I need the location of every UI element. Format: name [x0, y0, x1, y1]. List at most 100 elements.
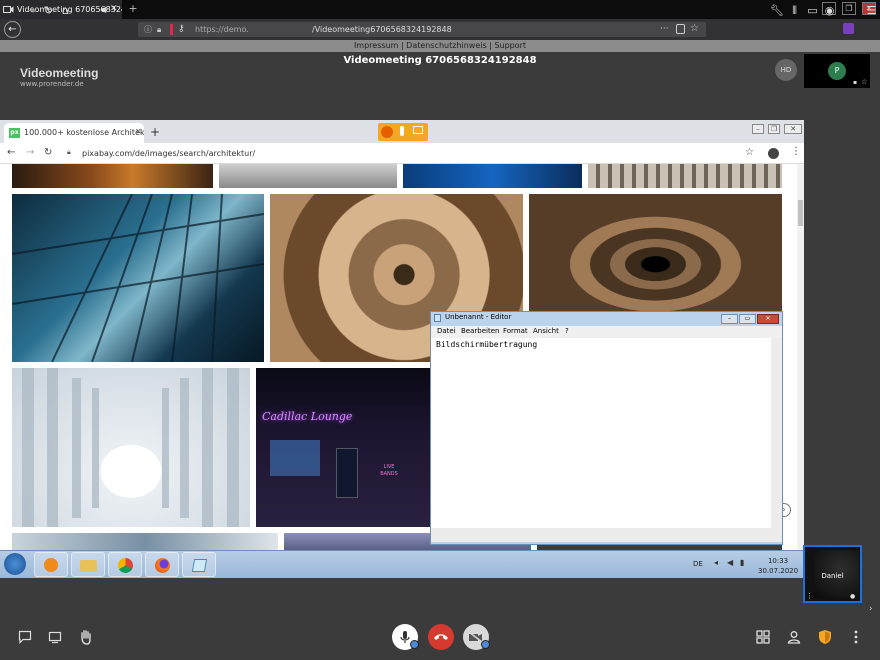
shared-omnibox-url: pixabay.com/de/images/search/architektur… — [82, 149, 256, 158]
tile-menu-icon[interactable]: ⋮ — [806, 592, 813, 600]
notepad-menu-item: ? — [565, 327, 569, 335]
shared-scroll-thumb — [798, 200, 803, 226]
explorer-taskbar-icon — [71, 552, 105, 577]
image-cadillac-lounge: Cadillac Lounge LIVE BANDS — [256, 368, 430, 527]
participant-name: Daniel — [821, 572, 844, 580]
image-tile — [403, 164, 582, 188]
tray-network-icon: ▮ — [740, 558, 745, 567]
tray-language: DE — [693, 560, 703, 568]
speaker-icon[interactable]: ◀ — [100, 5, 109, 14]
logo: Videomeeting www.prorender.de — [20, 66, 98, 88]
home-icon[interactable]: ⌂ — [59, 4, 72, 17]
image-skyscraper — [12, 194, 264, 362]
firefox-logo-icon — [381, 126, 393, 138]
firefox-icon — [155, 558, 170, 573]
shared-minimize-icon: – — [752, 124, 764, 134]
notepad-title: Unbenannt - Editor — [445, 313, 512, 321]
shared-profile-icon — [768, 148, 779, 159]
shared-back-icon: ← — [7, 147, 16, 158]
back-arrow-icon[interactable]: ← — [4, 21, 21, 38]
camera-settings-icon[interactable] — [481, 640, 490, 649]
shared-tab-close-icon: ✕ — [135, 127, 142, 136]
mic-permission-icon[interactable] — [170, 24, 173, 35]
page-actions-icon[interactable]: ··· — [660, 22, 669, 36]
tray-arrow-icon: ◂ — [714, 558, 719, 567]
filmstrip-arrow-icon[interactable]: › — [869, 604, 873, 614]
video-off-icon: ▪ — [853, 79, 858, 86]
tile-view-icon[interactable] — [750, 624, 776, 650]
shared-newtab-icon: + — [150, 125, 161, 139]
url-path: /Videomeeting6706568324192848 — [312, 25, 452, 34]
notepad-menu-item: Datei — [437, 327, 456, 335]
notepad-minimize-icon: – — [721, 314, 738, 324]
imprint-links[interactable]: Impressum | Datenschutzhinweis | Support — [0, 40, 880, 52]
folder-icon — [80, 560, 97, 572]
windows-start-icon — [4, 553, 26, 575]
self-avatar: P — [828, 62, 846, 80]
media-player-taskbar-icon — [34, 552, 68, 577]
extension-icon[interactable] — [843, 23, 854, 34]
more-options-icon[interactable] — [843, 624, 869, 650]
hangup-button[interactable] — [428, 624, 454, 650]
security-shield-icon[interactable] — [812, 624, 838, 650]
tab-close-icon[interactable]: ✕ — [110, 4, 118, 14]
neon-sign-text: Cadillac Lounge — [262, 410, 353, 423]
notepad-menu-item: Format — [503, 327, 528, 335]
notepad-close-icon: ✕ — [757, 314, 779, 324]
reload-icon[interactable]: ↻ — [42, 4, 55, 17]
pocket-icon[interactable] — [676, 24, 685, 34]
info-icon[interactable]: ⓘ — [144, 25, 152, 34]
screenshare-indicator — [378, 123, 428, 141]
tray-date: 30.07.2020 — [758, 567, 799, 575]
shop-door — [336, 448, 358, 498]
tray-clock: 10:33 30.07.2020 — [758, 556, 798, 576]
participant-avatar[interactable]: HD — [775, 59, 797, 81]
logo-subtitle: www.prorender.de — [20, 80, 84, 88]
image-tile — [588, 164, 782, 188]
menu-icon[interactable]: ☰ — [865, 4, 878, 17]
wrench-icon[interactable]: 🔧︎ — [770, 4, 784, 17]
live-bands-sign: LIVE BANDS — [380, 464, 398, 477]
notepad-app-icon — [434, 314, 441, 322]
sidebar-icon[interactable]: ▭ — [806, 4, 819, 17]
library-icon[interactable]: ⫴ — [788, 4, 801, 17]
new-tab-button[interactable]: + — [126, 2, 140, 16]
shared-restore-icon: ❐ — [768, 124, 780, 134]
notepad-menu-item: Bearbeiten — [461, 327, 500, 335]
restore-icon[interactable]: ❐ — [842, 2, 856, 15]
shared-lock-icon: 🔒︎ — [67, 148, 71, 156]
bookmark-star-icon[interactable]: ☆ — [690, 22, 699, 36]
forward-arrow-icon[interactable]: → — [25, 4, 38, 17]
logo-title: Videomeeting — [20, 66, 99, 80]
firefox-taskbar-icon — [145, 552, 179, 577]
account-icon[interactable]: ◉ — [823, 4, 836, 17]
notepad-maximize-icon: ▭ — [739, 314, 756, 324]
microphone-icon — [400, 126, 404, 136]
image-white-columns — [12, 368, 250, 527]
raise-hand-icon[interactable] — [73, 624, 99, 650]
shared-reload-icon: ↻ — [44, 147, 53, 158]
shared-close-icon: ✕ — [784, 124, 802, 134]
image-tile — [12, 533, 278, 550]
shared-tab-title: 100.000+ kostenlose Architektur — [24, 128, 144, 137]
notepad-vertical-scrollbar — [771, 338, 782, 528]
shared-chrome-tab: 100.000+ kostenlose Architektur — [4, 123, 144, 143]
meeting-title: Videomeeting 6706568324192848 — [343, 55, 537, 66]
video-tab-icon — [3, 5, 14, 14]
image-brick-arches — [529, 194, 782, 311]
tray-volume-icon: ◀ — [727, 558, 734, 567]
shared-menu-icon: ⋮ — [791, 146, 801, 157]
notepad-menu-item: Ansicht — [533, 327, 559, 335]
url-prefix: https://demo. — [195, 25, 249, 34]
participants-icon[interactable] — [781, 624, 807, 650]
screenshare-icon[interactable] — [42, 624, 68, 650]
key-icon[interactable]: ⚷ — [178, 24, 185, 35]
notepad-horizontal-scrollbar — [431, 528, 782, 542]
notepad-taskbar-icon — [182, 552, 216, 577]
notepad-icon — [191, 559, 208, 572]
notepad-text-area: Bildschirmübertragung — [431, 338, 771, 528]
notepad-menubar: Datei Bearbeiten Format Ansicht ? — [431, 326, 782, 338]
chat-icon[interactable] — [12, 624, 38, 650]
mic-settings-icon[interactable] — [410, 640, 419, 649]
lock-icon[interactable]: 🔒︎ — [157, 25, 161, 34]
